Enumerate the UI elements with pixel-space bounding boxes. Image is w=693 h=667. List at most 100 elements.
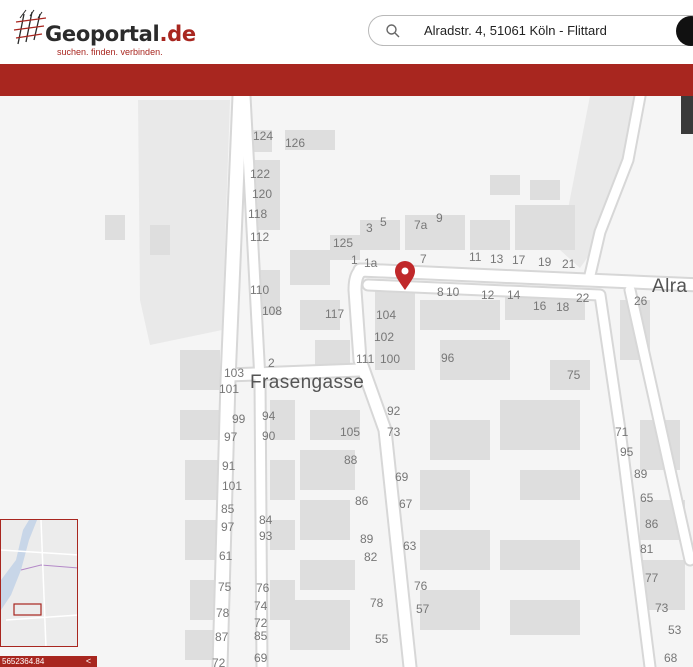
- house-number: 17: [512, 253, 526, 267]
- overview-map[interactable]: [0, 519, 78, 647]
- house-number: 3: [366, 221, 373, 235]
- logo-tagline: suchen. finden. verbinden.: [57, 47, 163, 57]
- map-view[interactable]: Frasengasse Alra 124 126 122 120 118 112…: [0, 96, 693, 667]
- house-number: 81: [640, 542, 654, 556]
- house-number: 110: [250, 283, 269, 297]
- side-panel-edge[interactable]: [681, 96, 693, 134]
- house-number: 87: [215, 630, 229, 644]
- house-number: 108: [262, 304, 282, 318]
- house-number: 97: [221, 520, 235, 534]
- search-icon[interactable]: [385, 23, 401, 39]
- house-number: 76: [256, 581, 270, 595]
- house-number: 102: [374, 330, 394, 344]
- house-number: 63: [403, 539, 417, 553]
- house-number: 82: [364, 550, 378, 564]
- house-number: 74: [254, 599, 268, 613]
- house-number: 2: [268, 356, 275, 370]
- house-number: 72: [254, 616, 268, 630]
- field-area: [138, 100, 230, 345]
- house-number: 92: [387, 404, 401, 418]
- house-number: 78: [216, 606, 230, 620]
- house-number: 7: [420, 252, 427, 266]
- house-number: 94: [262, 409, 276, 423]
- house-number: 1: [351, 253, 358, 267]
- header: Geoportal.de suchen. finden. verbinden.: [0, 0, 693, 64]
- house-number: 16: [533, 299, 547, 313]
- house-number: 88: [344, 453, 358, 467]
- house-number: 118: [248, 207, 267, 221]
- house-number: 21: [562, 257, 576, 271]
- overview-map-canvas: [1, 520, 77, 646]
- map-canvas[interactable]: Frasengasse Alra 124 126 122 120 118 112…: [0, 96, 693, 667]
- house-number: 103: [224, 366, 244, 380]
- house-number: 19: [538, 255, 552, 269]
- coordinate-readout: 5652364.84: [0, 656, 80, 667]
- street-label-frasengasse: Frasengasse: [250, 372, 364, 393]
- house-number: 120: [252, 187, 272, 201]
- house-number: 91: [222, 459, 236, 473]
- house-number: 69: [254, 651, 268, 665]
- house-number: 101: [222, 479, 242, 493]
- search-input[interactable]: [424, 16, 669, 45]
- house-number: 8: [437, 285, 444, 299]
- house-number: 90: [262, 429, 276, 443]
- house-number: 111: [356, 352, 375, 366]
- house-number: 104: [376, 308, 396, 322]
- house-number: 112: [250, 230, 269, 244]
- house-number: 65: [640, 491, 654, 505]
- house-number: 7a: [414, 218, 428, 232]
- house-number: 122: [250, 167, 270, 181]
- house-number: 68: [664, 651, 678, 665]
- house-number: 57: [416, 602, 430, 616]
- house-number: 18: [556, 300, 570, 314]
- house-number: 97: [224, 430, 238, 444]
- geoportal-logo[interactable]: Geoportal.de suchen. finden. verbinden.: [12, 8, 202, 58]
- house-number: 99: [232, 412, 246, 426]
- house-number: 77: [645, 571, 659, 585]
- house-number: 93: [259, 529, 273, 543]
- house-number: 12: [481, 288, 495, 302]
- house-number: 89: [634, 467, 648, 481]
- house-number: 101: [219, 382, 239, 396]
- house-number: 125: [333, 236, 353, 250]
- logo-wordmark: Geoportal.de: [45, 22, 196, 46]
- house-number: 9: [436, 211, 443, 225]
- house-number: 72: [212, 656, 226, 667]
- logo-tld: .de: [159, 22, 196, 46]
- house-number: 89: [360, 532, 374, 546]
- house-number: 73: [655, 601, 669, 615]
- navigation-bar: [0, 64, 693, 96]
- street-label-alradstrasse: Alra: [652, 276, 687, 297]
- house-number: 86: [355, 494, 369, 508]
- house-number: 13: [490, 252, 504, 266]
- house-number: 22: [576, 291, 590, 305]
- house-number: 10: [446, 285, 460, 299]
- house-number: 61: [219, 549, 233, 563]
- collapse-overview-button[interactable]: <: [80, 656, 97, 667]
- house-number: 53: [668, 623, 682, 637]
- logo-name: Geoportal: [45, 22, 160, 46]
- house-number: 85: [254, 629, 268, 643]
- house-number: 75: [218, 580, 232, 594]
- house-number: 71: [615, 425, 629, 439]
- house-number: 26: [634, 294, 648, 308]
- house-number: 95: [620, 445, 634, 459]
- house-number: 84: [259, 513, 273, 527]
- house-number: 126: [285, 136, 305, 150]
- house-number: 14: [507, 288, 521, 302]
- house-number: 76: [414, 579, 428, 593]
- house-number: 1a: [364, 256, 378, 270]
- search-bar[interactable]: [368, 15, 693, 46]
- house-number: 85: [221, 502, 235, 516]
- house-number: 96: [441, 351, 455, 365]
- house-number: 11: [469, 250, 482, 264]
- house-number: 78: [370, 596, 384, 610]
- house-number: 73: [387, 425, 401, 439]
- house-number: 69: [395, 470, 409, 484]
- house-number: 86: [645, 517, 659, 531]
- house-number: 67: [399, 497, 413, 511]
- house-number: 100: [380, 352, 400, 366]
- house-number: 117: [325, 307, 344, 321]
- house-number: 55: [375, 632, 389, 646]
- house-number: 75: [567, 368, 581, 382]
